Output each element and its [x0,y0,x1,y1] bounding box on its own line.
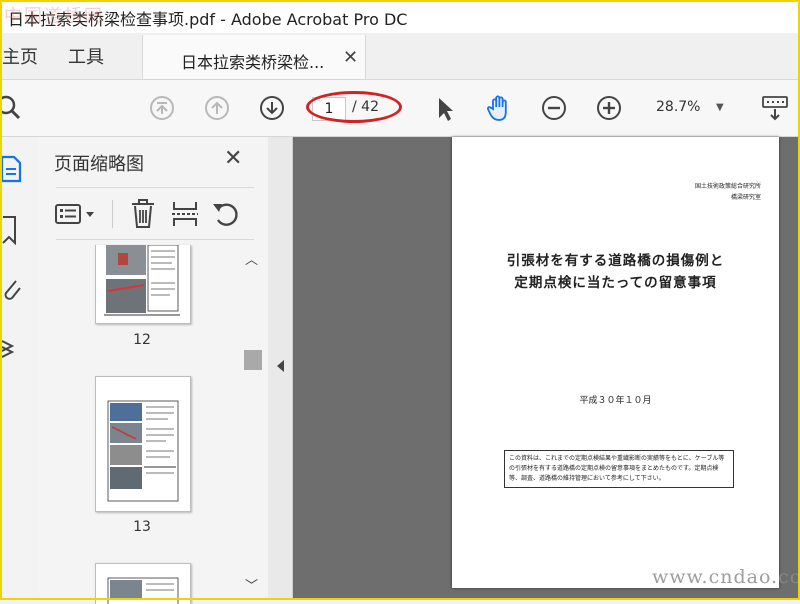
tab-document[interactable]: 日本拉索类桥梁检... ✕ [142,35,366,79]
delete-page-icon[interactable] [128,198,158,230]
tab-home[interactable]: 主页 [2,43,38,69]
tab-document-label: 日本拉索类桥梁检... [181,53,325,72]
panel-toolbar [54,198,254,230]
search-icon[interactable] [0,93,24,123]
thumbnail-label: 12 [133,332,151,348]
thumbnail-image [107,400,179,502]
zoom-in-icon[interactable] [594,93,624,123]
panel-collapse-strip[interactable] [268,137,293,600]
page-thumbnails-panel: 页面缩略图 ✕ 12 13 ︿ ﹀ [38,137,269,604]
layers-icon[interactable] [0,333,22,363]
panel-divider [56,239,254,240]
navigation-rail [0,137,39,600]
panel-title: 页面缩略图 [54,154,144,175]
tab-bar: 主页 工具 日本拉索类桥梁检... ✕ [0,33,800,80]
rotate-page-icon[interactable] [210,198,242,230]
prev-page-icon[interactable] [202,93,232,123]
next-page-icon[interactable] [257,93,287,123]
thumbnail-image [104,245,180,316]
document-date: 平成３０年１０月 [579,396,652,406]
thumbnail-page-13[interactable] [95,376,191,512]
first-page-icon[interactable] [147,93,177,123]
thumbnail-label: 13 [133,519,151,535]
page-thumbnails-icon[interactable] [0,155,24,183]
zoom-level[interactable]: 28.7% [656,99,700,115]
zoom-dropdown-icon[interactable]: ▼ [716,102,724,113]
panel-divider [56,187,254,188]
bookmark-icon[interactable] [0,215,20,245]
attachment-icon[interactable] [0,275,22,305]
org-line-2: 橋梁研究室 [730,194,761,201]
watermark-bottom-right: www.cndao.com [652,566,800,588]
thumbnail-image [107,577,179,604]
select-cursor-icon[interactable] [430,93,460,123]
scrollbar-thumb[interactable] [244,350,262,370]
document-note: この資料は、これまでの定期点検結果や重繊影断の実績等をもとに、ケーブル等の引張材… [504,450,734,488]
thumbnail-page-14[interactable] [95,563,191,604]
panel-close-icon[interactable]: ✕ [224,146,242,171]
document-title-line-2: 定期点検に当たっての留意事項 [514,275,717,291]
org-line-1: 国土技術政策総合研究所 [694,183,761,190]
scroll-down-icon[interactable]: ﹀ [245,575,258,594]
document-title-line-1: 引張材を有する道路橋の損傷例と [506,253,725,269]
title-bar: 日本拉索类桥梁检查事项.pdf - Adobe Acrobat Pro DC 中… [0,0,800,33]
thumbnail-options-icon[interactable] [54,200,98,228]
collapse-panel-icon[interactable] [276,359,286,373]
tab-tools[interactable]: 工具 [68,43,104,69]
thumbnail-page-12[interactable] [95,245,191,324]
hand-tool-icon[interactable] [484,93,514,123]
split-page-icon[interactable] [170,198,200,230]
scroll-up-icon[interactable]: ︿ [245,249,258,268]
zoom-out-icon[interactable] [539,93,569,123]
keyboard-tools-icon[interactable] [760,93,790,123]
document-canvas[interactable]: 国土技術政策総合研究所 橋梁研究室 引張材を有する道路橋の損傷例と 定期点検に当… [293,137,800,600]
highlight-ellipse [306,91,402,123]
tab-close-icon[interactable]: ✕ [343,47,358,68]
watermark-top-left: 中国道桥网 [4,6,104,27]
document-organization: 国土技術政策総合研究所 橋梁研究室 [695,181,761,203]
panel-scrollbar[interactable]: ︿ ﹀ [242,245,262,595]
pdf-page: 国土技術政策総合研究所 橋梁研究室 引張材を有する道路橋の損傷例と 定期点検に当… [452,137,779,588]
panel-toolbar-separator [112,200,113,228]
